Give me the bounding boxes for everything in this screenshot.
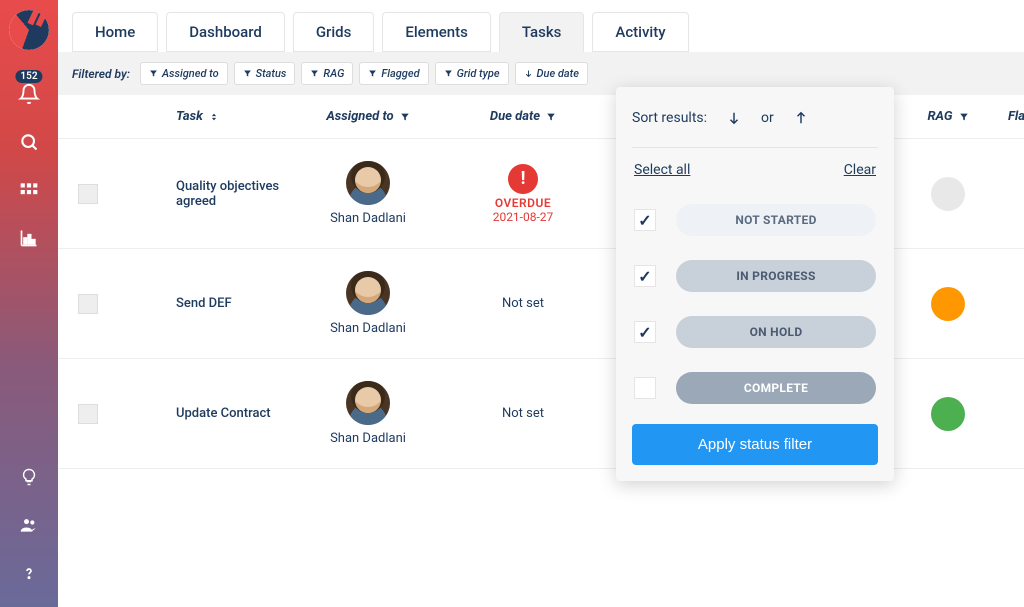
assigned-name: Shan Dadlani	[330, 211, 406, 226]
status-checkbox[interactable]	[634, 209, 656, 231]
filter-chip-gridtype[interactable]: Grid type	[435, 62, 509, 85]
sort-or: or	[761, 110, 774, 126]
filter-icon	[959, 112, 969, 122]
idea-icon[interactable]	[0, 453, 58, 501]
status-option: IN PROGRESS	[632, 248, 878, 304]
notifications-icon[interactable]: 152	[0, 70, 58, 118]
tab-activity[interactable]: Activity	[592, 12, 688, 52]
filterbar-label: Filtered by:	[72, 67, 130, 81]
overdue-label: OVERDUE	[495, 196, 551, 210]
rag-indicator	[931, 287, 965, 321]
status-pill: IN PROGRESS	[676, 260, 876, 292]
tab-grids[interactable]: Grids	[293, 12, 375, 52]
row-checkbox[interactable]	[78, 404, 98, 424]
due-value: Not set	[502, 296, 544, 311]
chart-icon[interactable]	[0, 214, 58, 262]
assigned-name: Shan Dadlani	[330, 321, 406, 336]
row-checkbox[interactable]	[78, 184, 98, 204]
search-icon[interactable]	[0, 118, 58, 166]
nav-tabs: Home Dashboard Grids Elements Tasks Acti…	[58, 0, 1024, 52]
tab-dashboard[interactable]: Dashboard	[166, 12, 285, 52]
due-value: Not set	[502, 406, 544, 421]
task-name[interactable]: Update Contract	[118, 406, 288, 421]
rag-indicator	[931, 177, 965, 211]
sort-asc-button[interactable]	[788, 103, 814, 133]
main-content: Home Dashboard Grids Elements Tasks Acti…	[58, 0, 1024, 607]
sort-desc-button[interactable]	[721, 103, 747, 133]
avatar	[346, 161, 390, 205]
users-icon[interactable]	[0, 501, 58, 549]
col-flagged[interactable]: Flagged	[1008, 109, 1024, 124]
select-all-link[interactable]: Select all	[634, 162, 690, 178]
notifications-badge: 152	[15, 70, 42, 83]
filter-chip-flagged[interactable]: Flagged	[359, 62, 428, 85]
filter-chip-duedate[interactable]: Due date	[515, 62, 588, 85]
col-due[interactable]: Due date	[448, 109, 598, 124]
tasks-table: Task Assigned to Due date Reminder date …	[58, 95, 1024, 607]
overdue-date: 2021-08-27	[493, 210, 554, 224]
filter-chip-assigned[interactable]: Assigned to	[140, 62, 228, 85]
app-logo[interactable]	[9, 10, 49, 50]
status-checkbox[interactable]	[634, 321, 656, 343]
overdue-icon: !	[508, 164, 538, 194]
assigned-name: Shan Dadlani	[330, 431, 406, 446]
apply-status-filter-button[interactable]: Apply status filter	[632, 424, 878, 465]
sort-icon	[209, 112, 219, 122]
col-rag[interactable]: RAG	[888, 109, 1008, 124]
status-option: COMPLETE	[632, 360, 878, 416]
row-checkbox[interactable]	[78, 294, 98, 314]
clear-link[interactable]: Clear	[844, 162, 876, 178]
status-option: NOT STARTED	[632, 192, 878, 248]
task-name[interactable]: Quality objectives agreed	[118, 179, 288, 209]
grid-icon[interactable]	[0, 166, 58, 214]
status-pill: NOT STARTED	[676, 204, 876, 236]
status-pill: ON HOLD	[676, 316, 876, 348]
sort-label: Sort results:	[632, 110, 707, 126]
status-checkbox[interactable]	[634, 265, 656, 287]
status-filter-popover: Sort results: or Select all Clear NOT ST…	[616, 87, 894, 481]
avatar	[346, 381, 390, 425]
filter-icon	[400, 112, 410, 122]
tab-home[interactable]: Home	[72, 12, 158, 52]
filter-icon	[546, 112, 556, 122]
sidebar: 152	[0, 0, 58, 607]
status-checkbox[interactable]	[634, 377, 656, 399]
status-pill: COMPLETE	[676, 372, 876, 404]
col-task[interactable]: Task	[118, 109, 288, 124]
tab-tasks[interactable]: Tasks	[499, 12, 585, 52]
status-option: ON HOLD	[632, 304, 878, 360]
avatar	[346, 271, 390, 315]
filter-chip-rag[interactable]: RAG	[301, 62, 353, 85]
task-name[interactable]: Send DEF	[118, 296, 288, 311]
col-assigned[interactable]: Assigned to	[288, 109, 448, 124]
rag-indicator	[931, 397, 965, 431]
tab-elements[interactable]: Elements	[382, 12, 491, 52]
help-icon[interactable]	[0, 549, 58, 597]
filter-chip-status[interactable]: Status	[234, 62, 296, 85]
